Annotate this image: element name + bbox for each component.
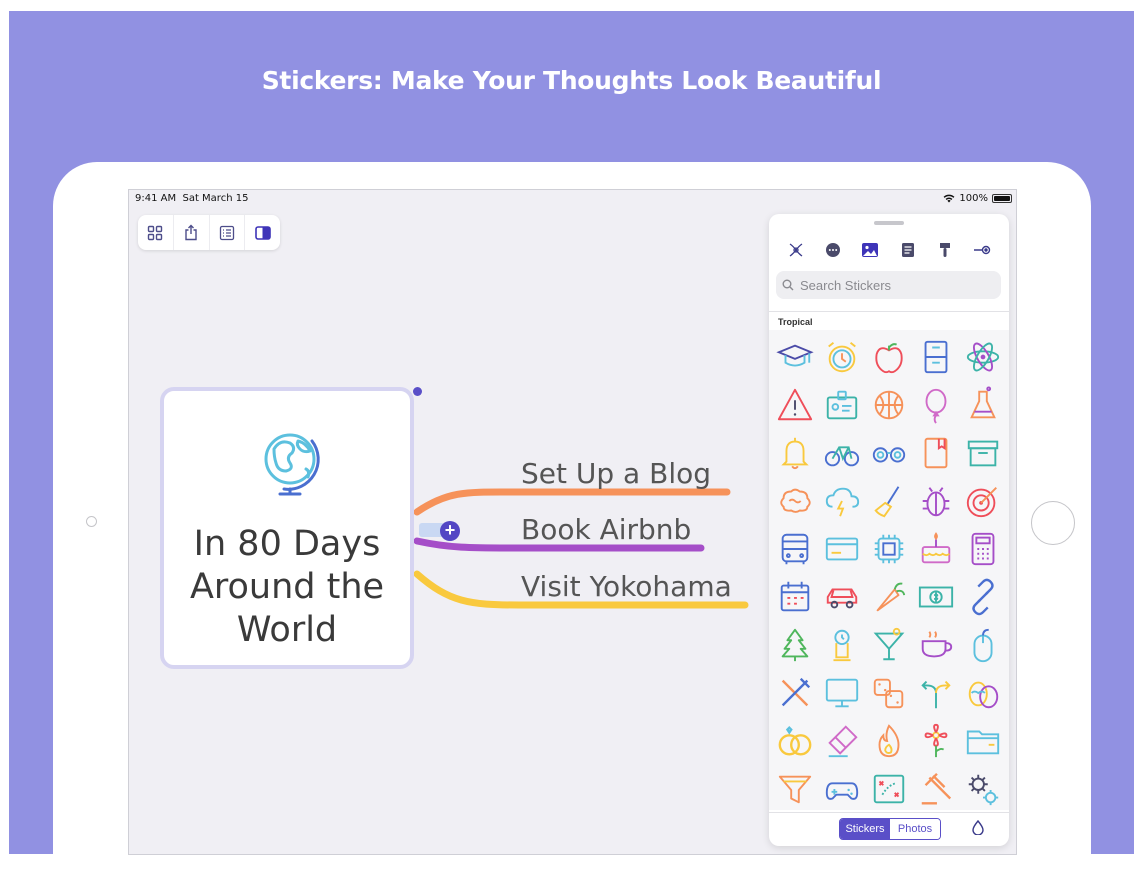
- sticker-calculator[interactable]: [960, 525, 1007, 573]
- tab-more[interactable]: [820, 238, 846, 262]
- sticker-credit-card[interactable]: [818, 525, 865, 573]
- sticker-calendar[interactable]: [771, 573, 818, 621]
- sticker-panel: Tropical: [769, 214, 1009, 846]
- sticker-directions[interactable]: [913, 669, 960, 717]
- water-drop-icon: [972, 819, 984, 836]
- globe-icon: [264, 433, 320, 496]
- sticker-binoculars[interactable]: [865, 429, 912, 477]
- sticker-mouse[interactable]: [960, 621, 1007, 669]
- branch-line-blog: [413, 488, 731, 516]
- relationship-icon: [789, 243, 803, 257]
- sticker-cocktail[interactable]: [865, 621, 912, 669]
- sticker-cpu-chip[interactable]: [865, 525, 912, 573]
- branch-label-yokohama[interactable]: Visit Yokohama: [521, 570, 732, 603]
- segment-photos[interactable]: Photos: [890, 819, 940, 839]
- sticker-fork-knife[interactable]: [771, 669, 818, 717]
- sticker-clock-tower[interactable]: [818, 621, 865, 669]
- sticker-broom[interactable]: [865, 477, 912, 525]
- sticker-storage-box[interactable]: [960, 429, 1007, 477]
- sticker-bell[interactable]: [771, 429, 818, 477]
- sticker-dollar-bill[interactable]: [913, 573, 960, 621]
- panel-tabs: [769, 238, 1009, 262]
- color-drop-button[interactable]: [972, 819, 984, 840]
- sticker-atom[interactable]: [960, 333, 1007, 381]
- sticker-gamepad[interactable]: [818, 765, 865, 813]
- image-icon: [862, 243, 879, 257]
- sticker-fire[interactable]: [865, 717, 912, 765]
- sticker-dice[interactable]: [865, 669, 912, 717]
- sticker-bug[interactable]: [913, 477, 960, 525]
- more-icon: [825, 243, 840, 257]
- panel-bottom-divider: [769, 812, 1009, 813]
- sticker-cake[interactable]: [913, 525, 960, 573]
- sticker-eggs[interactable]: [960, 669, 1007, 717]
- add-branch-button[interactable]: +: [440, 521, 460, 541]
- sticker-target[interactable]: [960, 477, 1007, 525]
- page-headline: Stickers: Make Your Thoughts Look Beauti…: [261, 66, 882, 95]
- sticker-storm-cloud[interactable]: [818, 477, 865, 525]
- central-topic-title: In 80 Days Around the World: [189, 524, 385, 650]
- segment-stickers[interactable]: Stickers: [840, 819, 890, 839]
- sticker-car[interactable]: [818, 573, 865, 621]
- sticker-monitor[interactable]: [818, 669, 865, 717]
- search-input[interactable]: [798, 276, 992, 294]
- branch-label-blog[interactable]: Set Up a Blog: [521, 457, 711, 490]
- sticker-bicycle[interactable]: [818, 429, 865, 477]
- brush-icon: [939, 243, 950, 257]
- tab-stickers[interactable]: [857, 238, 883, 262]
- sticker-bus[interactable]: [771, 525, 818, 573]
- panel-grabber[interactable]: [874, 221, 904, 225]
- sticker-folder[interactable]: [960, 717, 1007, 765]
- sticker-filing-cabinet[interactable]: [913, 333, 960, 381]
- sticker-grid: [771, 333, 1007, 813]
- sticker-eraser[interactable]: [818, 717, 865, 765]
- connect-icon: [974, 245, 991, 255]
- home-button[interactable]: [1031, 501, 1075, 545]
- central-topic[interactable]: In 80 Days Around the World: [160, 387, 414, 669]
- sticker-coffee-cup[interactable]: [913, 621, 960, 669]
- sticker-warning[interactable]: [771, 381, 818, 429]
- search-icon: [782, 279, 794, 291]
- sticker-gears[interactable]: [960, 765, 1007, 813]
- sticker-balloon[interactable]: [913, 381, 960, 429]
- tab-style[interactable]: [932, 238, 958, 262]
- branch-label-airbnb[interactable]: Book Airbnb: [521, 513, 691, 546]
- sticker-apple[interactable]: [865, 333, 912, 381]
- segment-control: Stickers Photos: [839, 818, 941, 840]
- tab-connect[interactable]: [969, 238, 995, 262]
- sticker-link[interactable]: [960, 573, 1007, 621]
- sticker-graduation-cap[interactable]: [771, 333, 818, 381]
- sticker-book[interactable]: [913, 429, 960, 477]
- tab-relationship[interactable]: [783, 238, 809, 262]
- app-screen: 9:41 AM Sat March 15 100% + Set Up a Blo…: [128, 189, 1017, 855]
- resize-handle[interactable]: [413, 387, 422, 396]
- sticker-flower[interactable]: [913, 717, 960, 765]
- sticker-carrot[interactable]: [865, 573, 912, 621]
- sticker-christmas-tree[interactable]: [771, 621, 818, 669]
- sticker-search[interactable]: [776, 271, 1001, 299]
- sticker-strategy-board[interactable]: [865, 765, 912, 813]
- sticker-rings[interactable]: [771, 717, 818, 765]
- section-title: Tropical: [778, 317, 813, 327]
- notes-icon: [901, 243, 914, 257]
- sticker-alarm-clock[interactable]: [818, 333, 865, 381]
- sticker-gavel[interactable]: [913, 765, 960, 813]
- panel-divider: [769, 311, 1009, 312]
- sticker-funnel[interactable]: [771, 765, 818, 813]
- sticker-basketball[interactable]: [865, 381, 912, 429]
- sticker-id-badge[interactable]: [818, 381, 865, 429]
- sticker-flask[interactable]: [960, 381, 1007, 429]
- sticker-brain[interactable]: [771, 477, 818, 525]
- camera-icon: [86, 516, 97, 527]
- tab-notes[interactable]: [895, 238, 921, 262]
